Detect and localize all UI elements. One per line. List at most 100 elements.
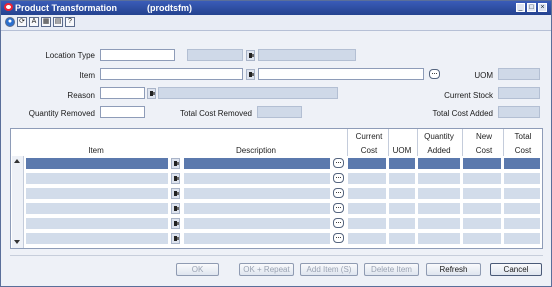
- new-cost-cell[interactable]: [462, 187, 502, 200]
- description-cell[interactable]: [183, 217, 331, 230]
- scroll-up-icon[interactable]: [14, 159, 20, 163]
- item-lov-icon[interactable]: [171, 218, 180, 229]
- delete-item-button[interactable]: Delete Item: [364, 263, 419, 276]
- table-row[interactable]: …: [25, 172, 541, 185]
- quantity-added-cell[interactable]: [417, 232, 461, 245]
- column-divider: [417, 129, 418, 156]
- maximize-button[interactable]: □: [527, 3, 536, 12]
- uom-cell[interactable]: [388, 217, 416, 230]
- item-lov-icon[interactable]: [171, 188, 180, 199]
- current-cost-cell[interactable]: [347, 157, 387, 170]
- refresh-button[interactable]: Refresh: [426, 263, 481, 276]
- location-type-select[interactable]: [100, 49, 175, 61]
- add-item-button[interactable]: Add Item (S): [300, 263, 358, 276]
- description-cell[interactable]: [183, 187, 331, 200]
- scroll-down-icon[interactable]: [14, 240, 20, 244]
- new-cost-cell[interactable]: [462, 172, 502, 185]
- column-header-total-cost-line2: Cost: [514, 146, 532, 155]
- item-cell[interactable]: [25, 187, 169, 200]
- ok-button[interactable]: OK: [176, 263, 219, 276]
- edit-icon[interactable]: …: [333, 188, 344, 198]
- column-divider: [347, 129, 348, 156]
- edit-icon[interactable]: …: [333, 203, 344, 213]
- uom-label: UOM: [474, 71, 493, 80]
- quantity-added-cell[interactable]: [417, 187, 461, 200]
- total-cost-cell[interactable]: [503, 202, 541, 215]
- table-row[interactable]: …: [25, 157, 541, 170]
- ok-repeat-button[interactable]: OK + Repeat: [239, 263, 294, 276]
- item-cell[interactable]: [25, 172, 169, 185]
- close-button[interactable]: ×: [538, 3, 547, 12]
- description-cell[interactable]: [183, 232, 331, 245]
- help-icon[interactable]: ?: [65, 17, 75, 27]
- title-bar[interactable]: Product Transformation (prodtsfm) _ □ ×: [1, 1, 551, 15]
- item-lov-icon[interactable]: [246, 69, 255, 80]
- cancel-button[interactable]: Cancel: [490, 263, 542, 276]
- description-cell[interactable]: [183, 157, 331, 170]
- item-input[interactable]: [100, 68, 243, 80]
- calculator-icon[interactable]: ▦: [41, 17, 51, 27]
- current-cost-cell[interactable]: [347, 187, 387, 200]
- current-cost-cell[interactable]: [347, 172, 387, 185]
- uom-cell[interactable]: [388, 232, 416, 245]
- item-lov-icon[interactable]: [171, 173, 180, 184]
- new-cost-cell[interactable]: [462, 217, 502, 230]
- total-cost-cell[interactable]: [503, 187, 541, 200]
- new-cost-cell[interactable]: [462, 202, 502, 215]
- current-cost-cell[interactable]: [347, 232, 387, 245]
- total-cost-cell[interactable]: [503, 232, 541, 245]
- current-cost-cell[interactable]: [347, 202, 387, 215]
- item-lov-icon[interactable]: [171, 203, 180, 214]
- reason-input[interactable]: [100, 87, 145, 99]
- quantity-removed-input[interactable]: [100, 106, 145, 118]
- quantity-added-cell[interactable]: [417, 172, 461, 185]
- total-cost-cell[interactable]: [503, 172, 541, 185]
- edit-icon[interactable]: …: [333, 233, 344, 243]
- table-row[interactable]: …: [25, 202, 541, 215]
- edit-icon[interactable]: …: [429, 69, 440, 79]
- item-lov-icon[interactable]: [171, 233, 180, 244]
- current-cost-cell[interactable]: [347, 217, 387, 230]
- location-lov-icon[interactable]: [246, 50, 255, 61]
- minimize-button[interactable]: _: [516, 3, 525, 12]
- uom-cell[interactable]: [388, 172, 416, 185]
- item-cell[interactable]: [25, 157, 169, 170]
- quantity-added-cell[interactable]: [417, 157, 461, 170]
- copy-icon[interactable]: ▤: [53, 17, 63, 27]
- grid-scrollbar[interactable]: [12, 156, 24, 248]
- refresh-icon[interactable]: ⟳: [17, 17, 27, 27]
- form-code: (prodtsfm): [147, 3, 192, 13]
- table-row[interactable]: …: [25, 232, 541, 245]
- total-cost-added-field: [498, 106, 540, 118]
- quantity-added-cell[interactable]: [417, 202, 461, 215]
- quantity-removed-label: Quantity Removed: [28, 109, 95, 118]
- item-cell[interactable]: [25, 202, 169, 215]
- new-cost-cell[interactable]: [462, 232, 502, 245]
- spell-check-icon[interactable]: A: [29, 17, 39, 27]
- uom-cell[interactable]: [388, 157, 416, 170]
- total-cost-cell[interactable]: [503, 217, 541, 230]
- edit-icon[interactable]: …: [333, 173, 344, 183]
- quantity-added-cell[interactable]: [417, 217, 461, 230]
- table-row[interactable]: …: [25, 187, 541, 200]
- total-cost-cell[interactable]: [503, 157, 541, 170]
- toolbar: ● ⟳ A ▦ ▤ ?: [1, 15, 551, 31]
- total-cost-removed-field: [257, 106, 302, 118]
- item-cell[interactable]: [25, 217, 169, 230]
- edit-icon[interactable]: …: [333, 158, 344, 168]
- description-cell[interactable]: [183, 202, 331, 215]
- table-row[interactable]: …: [25, 217, 541, 230]
- description-cell[interactable]: [183, 172, 331, 185]
- item-label: Item: [79, 71, 95, 80]
- item-description-input[interactable]: [258, 68, 424, 80]
- edit-icon[interactable]: …: [333, 218, 344, 228]
- reason-lov-icon[interactable]: [147, 88, 156, 99]
- location-description-field: [258, 49, 356, 61]
- item-cell[interactable]: [25, 232, 169, 245]
- globe-icon[interactable]: ●: [5, 17, 15, 27]
- uom-field: [498, 68, 540, 80]
- uom-cell[interactable]: [388, 202, 416, 215]
- uom-cell[interactable]: [388, 187, 416, 200]
- item-lov-icon[interactable]: [171, 158, 180, 169]
- new-cost-cell[interactable]: [462, 157, 502, 170]
